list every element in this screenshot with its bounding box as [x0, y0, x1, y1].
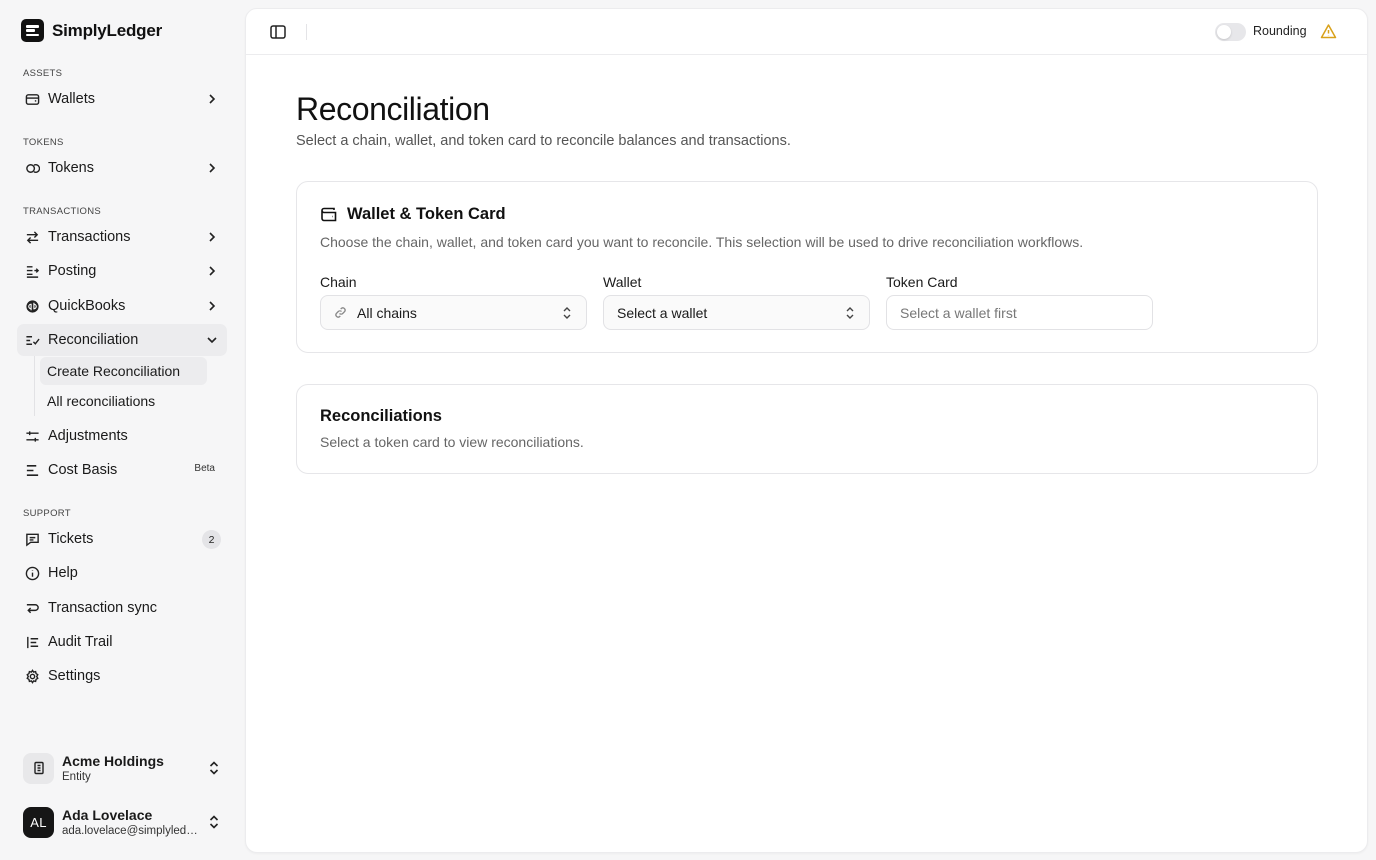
- tickets-count-badge: 2: [202, 530, 221, 549]
- sidebar-toggle-icon[interactable]: [269, 23, 287, 41]
- sidebar-item-label: Tickets: [48, 531, 94, 547]
- sidebar-item-transaction-sync[interactable]: Transaction sync: [17, 592, 227, 624]
- list-arrow-icon: [24, 263, 40, 279]
- sidebar-item-cost-basis[interactable]: Cost Basis Beta: [17, 454, 227, 486]
- sidebar-item-wallets[interactable]: Wallets: [17, 83, 227, 115]
- sidebar-item-label: Help: [48, 565, 78, 581]
- section-label-support: SUPPORT: [23, 508, 71, 519]
- sidebar-item-settings[interactable]: Settings: [17, 660, 227, 692]
- wallet-icon: [320, 205, 339, 224]
- chevron-right-icon: [205, 92, 219, 106]
- chevron-right-icon: [205, 230, 219, 244]
- wallet-token-card: Wallet & Token Card Choose the chain, wa…: [296, 181, 1318, 353]
- chevron-down-icon: [205, 333, 219, 347]
- sidebar-item-label: Settings: [48, 668, 101, 684]
- card-description: Select a token card to view reconciliati…: [320, 434, 584, 450]
- sidebar-item-reconciliation[interactable]: Reconciliation: [17, 324, 227, 356]
- main-panel: Rounding Reconciliation Select a chain, …: [245, 8, 1368, 853]
- entity-switcher[interactable]: Acme Holdings Entity: [17, 745, 227, 791]
- token-card-label: Token Card: [886, 274, 958, 290]
- chevron-right-icon: [205, 299, 219, 313]
- sidebar-item-tickets[interactable]: Tickets 2: [17, 523, 227, 555]
- card-description: Choose the chain, wallet, and token card…: [320, 234, 1084, 250]
- gear-icon: [24, 668, 40, 684]
- wallet-icon: [24, 91, 40, 107]
- chain-select-value: All chains: [357, 304, 417, 321]
- chevron-right-icon: [205, 161, 219, 175]
- chain-select[interactable]: All chains: [320, 295, 587, 330]
- sidebar: SimplyLedger ASSETS Wallets TOKENS Token…: [0, 0, 244, 860]
- sidebar-item-tokens[interactable]: Tokens: [17, 152, 227, 184]
- user-menu[interactable]: AL Ada Lovelace ada.lovelace@simplyledge…: [17, 799, 227, 845]
- card-title: Reconciliations: [320, 407, 442, 425]
- submenu-divider: [34, 356, 35, 416]
- sidebar-item-posting[interactable]: Posting: [17, 255, 227, 287]
- chain-label: Chain: [320, 274, 357, 290]
- reconciliations-card: Reconciliations Select a token card to v…: [296, 384, 1318, 474]
- sidebar-item-transactions[interactable]: Transactions: [17, 221, 227, 253]
- section-label-transactions: TRANSACTIONS: [23, 206, 102, 217]
- entity-name: Acme Holdings: [62, 753, 164, 769]
- chevrons-up-down-icon: [207, 814, 221, 830]
- chevrons-up-down-icon: [562, 306, 572, 320]
- sidebar-item-label: Reconciliation: [48, 332, 139, 348]
- brand-name: SimplyLedger: [52, 20, 163, 40]
- link-icon: [334, 306, 347, 319]
- sidebar-item-label: Audit Trail: [48, 634, 113, 650]
- user-email: ada.lovelace@simplyledger.io: [62, 825, 200, 837]
- sidebar-item-adjustments[interactable]: Adjustments: [17, 420, 227, 452]
- sidebar-item-help[interactable]: Help: [17, 557, 227, 589]
- rounding-toggle[interactable]: [1215, 23, 1246, 41]
- sidebar-item-label: Adjustments: [48, 428, 128, 444]
- sliders-icon: [24, 428, 40, 444]
- sidebar-subitem-create-reconciliation[interactable]: Create Reconciliation: [40, 357, 207, 385]
- chevrons-up-down-icon: [845, 306, 855, 320]
- avatar: AL: [23, 806, 54, 838]
- brand-logo-icon: [21, 19, 44, 42]
- sidebar-item-label: Transaction sync: [48, 600, 158, 616]
- page-title: Reconciliation: [296, 91, 490, 127]
- section-label-tokens: TOKENS: [23, 137, 64, 148]
- coins-icon: [24, 160, 40, 176]
- sidebar-item-quickbooks[interactable]: QuickBooks: [17, 290, 227, 322]
- chevrons-up-down-icon: [207, 760, 221, 776]
- warning-icon[interactable]: [1320, 23, 1337, 40]
- sidebar-item-label: Posting: [48, 263, 97, 279]
- sidebar-item-label: Wallets: [48, 91, 95, 107]
- wallet-select[interactable]: Select a wallet: [603, 295, 870, 330]
- info-icon: [24, 565, 40, 581]
- list-check-icon: [24, 332, 40, 348]
- user-name: Ada Lovelace: [62, 807, 153, 823]
- entity-type: Entity: [62, 771, 91, 783]
- sidebar-item-label: QuickBooks: [48, 298, 126, 314]
- section-label-assets: ASSETS: [23, 68, 63, 79]
- sidebar-item-label: Cost Basis: [48, 462, 118, 478]
- topbar-divider: [306, 24, 307, 40]
- rounding-label: Rounding: [1253, 24, 1307, 38]
- topbar: Rounding: [246, 9, 1367, 55]
- building-icon: [23, 752, 54, 784]
- sidebar-item-audit-trail[interactable]: Audit Trail: [17, 626, 227, 658]
- token-card-input[interactable]: [886, 295, 1153, 330]
- sidebar-item-label: Transactions: [48, 229, 131, 245]
- return-arrow-icon: [24, 600, 40, 616]
- message-square-icon: [24, 531, 40, 547]
- page-subtitle: Select a chain, wallet, and token card t…: [296, 133, 791, 149]
- wallet-select-value: Select a wallet: [617, 304, 708, 321]
- arrows-left-right-icon: [24, 229, 40, 245]
- quickbooks-icon: [24, 298, 40, 314]
- chevron-right-icon: [205, 264, 219, 278]
- wallet-label: Wallet: [603, 274, 642, 290]
- beta-badge: Beta: [194, 463, 215, 474]
- align-left-icon: [24, 462, 40, 478]
- sidebar-item-label: Tokens: [48, 160, 94, 176]
- brand[interactable]: SimplyLedger: [21, 18, 162, 43]
- list-tree-icon: [24, 634, 40, 650]
- sidebar-subitem-all-reconciliations[interactable]: All reconciliations: [40, 387, 207, 415]
- card-title: Wallet & Token Card: [347, 205, 506, 223]
